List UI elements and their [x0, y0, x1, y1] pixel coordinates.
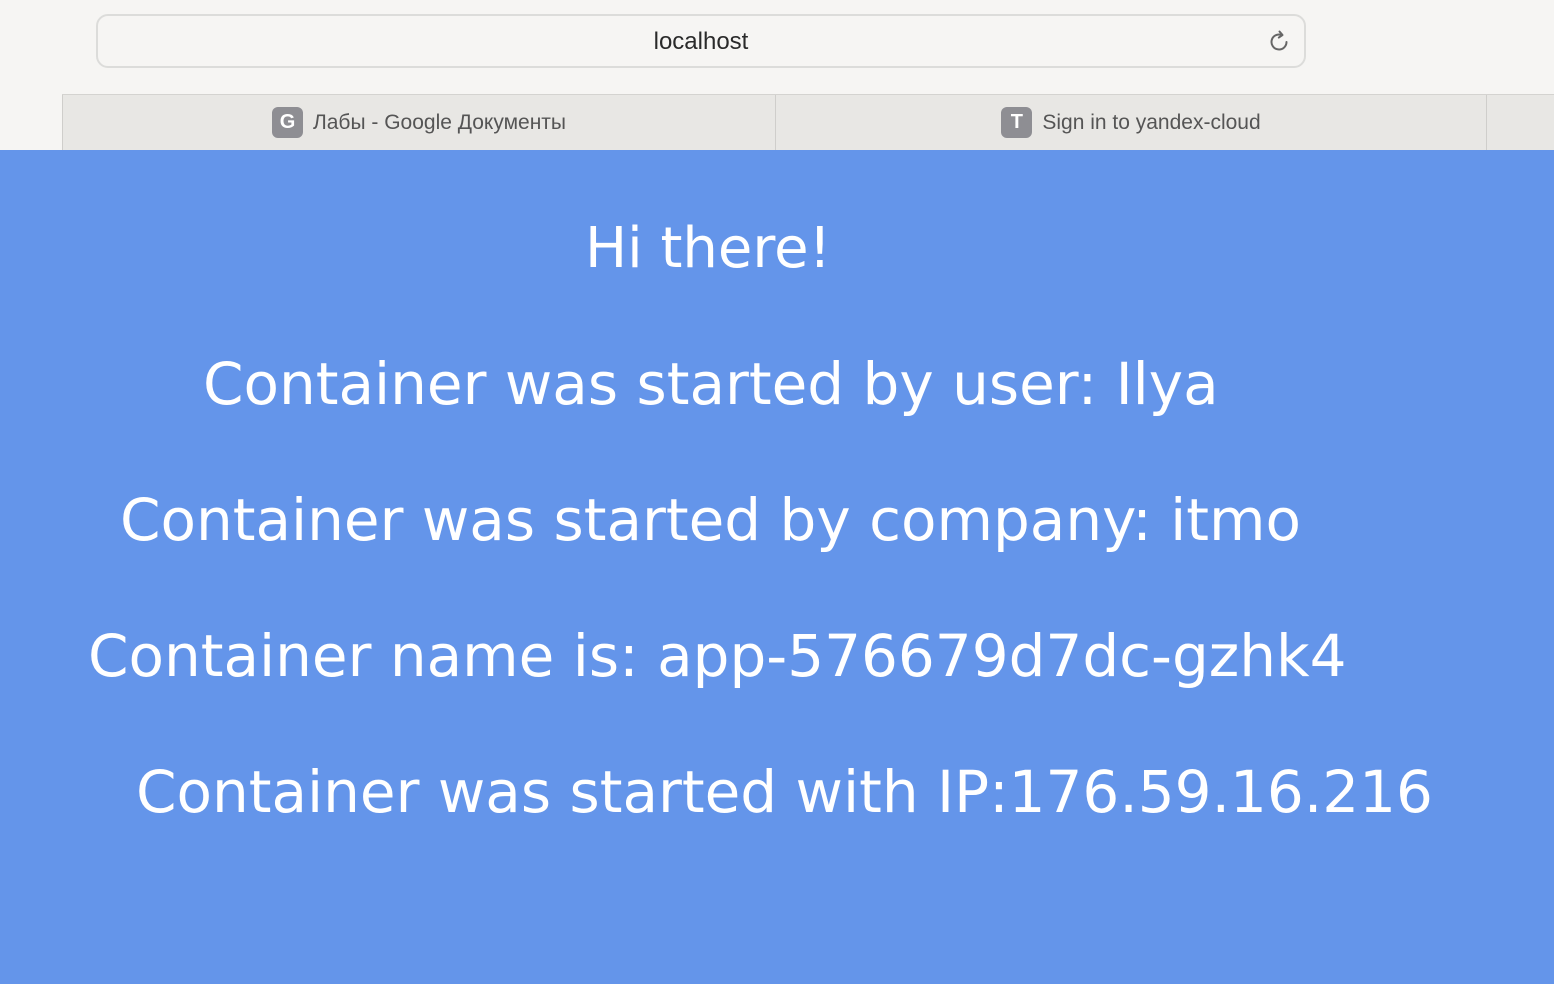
google-docs-favicon-icon: G: [271, 107, 303, 138]
tab-yandex-cloud[interactable]: T Sign in to yandex-cloud: [775, 95, 1487, 150]
tab-label: Лабы - Google Документы: [312, 110, 567, 134]
address-text[interactable]: localhost: [98, 16, 1304, 66]
yandex-cloud-favicon-icon: T: [1001, 107, 1033, 138]
browser-toolbar: localhost G Лабы - Google Документы T Si…: [0, 0, 1554, 150]
tab-label: Sign in to yandex-cloud: [1042, 110, 1261, 134]
container-name-text: Container name is: app-576679d7dc-gzhk4: [88, 622, 1347, 690]
reload-icon[interactable]: [1266, 29, 1292, 55]
container-company-text: Container was started by company: itmo: [120, 486, 1302, 554]
greeting-heading: Hi there!: [585, 216, 832, 281]
address-bar[interactable]: localhost: [96, 14, 1306, 68]
tab-strip: G Лабы - Google Документы T Sign in to y…: [62, 94, 1554, 150]
container-ip-text: Container was started with IP:176.59.16.…: [136, 758, 1433, 826]
tab-google-docs[interactable]: G Лабы - Google Документы: [62, 95, 775, 150]
container-user-text: Container was started by user: Ilya: [203, 350, 1219, 418]
page-content: Hi there! Container was started by user:…: [0, 150, 1554, 984]
